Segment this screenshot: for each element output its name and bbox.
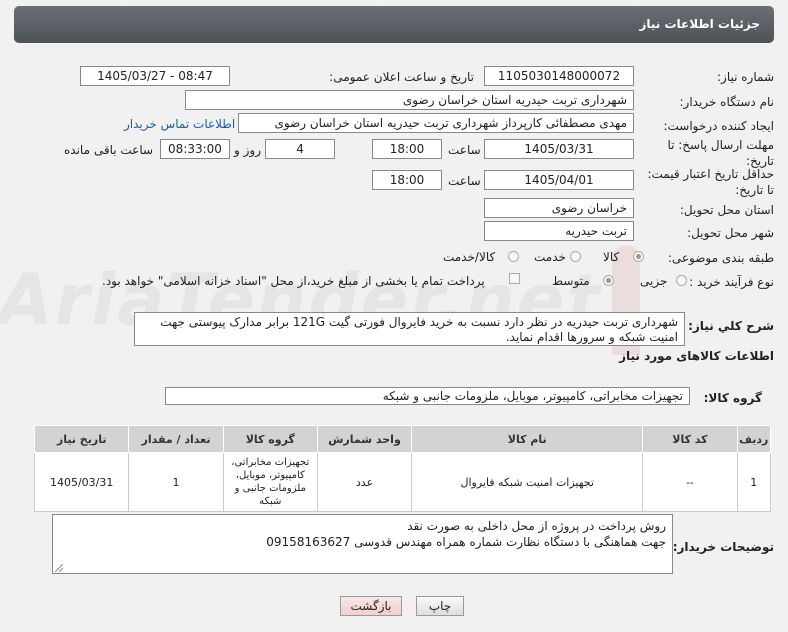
description-label: شرح کلي نياز: [688, 319, 774, 333]
cell-row-number: 1 [736, 452, 772, 512]
category-option-goods: کالا [603, 250, 620, 264]
buyer-notes-field: روش پرداخت در پروژه از محل داخلی به صورت… [52, 514, 673, 574]
goods-info-title: اطلاعات کالاهای مورد نیاز [619, 349, 774, 363]
days-field: 4 [265, 139, 335, 159]
category-radio-goods-service[interactable] [508, 251, 519, 262]
header-qty: تعداد / مقدار [128, 425, 224, 453]
cell-code: -- [642, 452, 738, 512]
header-row-number: ردیف [736, 425, 772, 453]
payment-checkbox[interactable] [509, 273, 520, 284]
cell-name: تجهیزات امنیت شبکه فایروال [411, 452, 644, 512]
delivery-city-field: تربت حیدریه [484, 221, 634, 241]
announce-field: 1405/03/27 - 08:47 [80, 66, 230, 86]
announce-label: تاریخ و ساعت اعلان عمومی: [329, 70, 474, 84]
title-bar: جزئیات اطلاعات نیاز [14, 6, 774, 43]
header-group: گروه کالا [222, 425, 318, 453]
deadline-date-field: 1405/03/31 [484, 139, 634, 159]
process-label: نوع فرآیند خرید : [689, 275, 774, 289]
buyer-org-field: شهرداری تربت حیدریه استان خراسان رضوی [185, 90, 634, 110]
process-radio-medium[interactable] [603, 275, 614, 286]
price-validity-date-field: 1405/04/01 [484, 170, 634, 190]
back-button[interactable]: بازگشت [340, 596, 402, 616]
price-validity-time-field: 18:00 [372, 170, 442, 190]
table-row: 1 -- تجهیزات امنیت شبکه فایروال عدد تجهی… [33, 452, 772, 512]
goods-group-field: تجهیزات مخابراتی، کامپیوتر، موبایل، ملزو… [165, 387, 690, 405]
header-code: کد کالا [642, 425, 738, 453]
page-title: جزئیات اطلاعات نیاز [639, 17, 760, 31]
deadline-label: مهلت ارسال پاسخ: تا تاریخ: [667, 138, 774, 168]
need-number-label: شماره نیاز: [717, 70, 774, 84]
goods-table: ردیف کد کالا نام کالا واحد شمارش گروه کا… [33, 425, 772, 512]
deadline-time-field: 18:00 [372, 139, 442, 159]
delivery-province-field: خراسان رضوی [484, 198, 634, 218]
header-unit: واحد شمارش [316, 425, 413, 453]
print-button[interactable]: چاپ [416, 596, 464, 616]
goods-group-label: گروه کالا: [703, 391, 762, 405]
buyer-org-label: نام دستگاه خریدار: [679, 95, 775, 109]
description-field: شهرداری تربت حیدریه در نظر دارد نسبت به … [134, 312, 685, 346]
process-option-medium: متوسط [552, 274, 590, 288]
price-validity-label: حداقل تاریخ اعتبار قیمت: تا تاریخ: [647, 167, 774, 197]
delivery-city-label: شهر محل تحویل: [687, 226, 774, 240]
category-radio-service[interactable] [570, 251, 581, 262]
cell-group: تجهیزات مخابراتی، کامپیوتر، موبایل، ملزو… [222, 452, 318, 512]
description-text: شهرداری تربت حیدریه در نظر دارد نسبت به … [160, 315, 678, 344]
header-name: نام کالا [411, 425, 644, 453]
delivery-province-label: استان محل تحویل: [679, 203, 774, 217]
buyer-notes-label: توضیحات خریدار: [672, 540, 774, 554]
remaining-time-field: 08:33:00 [160, 139, 230, 159]
payment-note: پرداخت تمام یا بخشی از مبلغ خرید،از محل … [102, 274, 485, 288]
process-radio-minor[interactable] [676, 275, 687, 286]
header-date: تاریخ نیاز [33, 425, 130, 453]
cell-qty: 1 [128, 452, 224, 512]
creator-label: ایجاد کننده درخواست: [663, 119, 774, 133]
buyer-notes-line-1: روش پرداخت در پروژه از محل داخلی به صورت… [407, 519, 666, 533]
price-validity-time-label: ساعت [448, 174, 481, 188]
cell-date: 1405/03/31 [33, 452, 130, 512]
cell-unit: عدد [316, 452, 413, 512]
category-label: طبقه بندی موضوعی: [667, 251, 774, 265]
resize-handle-icon[interactable] [55, 564, 63, 572]
category-radio-goods[interactable] [633, 251, 644, 262]
buyer-notes-line-2: جهت هماهنگی با دستگاه نظارت شماره همراه … [266, 535, 666, 549]
goods-table-header: ردیف کد کالا نام کالا واحد شمارش گروه کا… [33, 425, 772, 453]
category-option-service: خدمت [534, 250, 566, 264]
deadline-time-label: ساعت [448, 143, 481, 157]
contact-info-link[interactable]: اطلاعات تماس خریدار [124, 117, 235, 131]
category-option-goods-service: کالا/خدمت [443, 250, 496, 264]
process-option-minor: جزیی [640, 274, 668, 288]
creator-field: مهدی مصطفائی کارپرداز شهرداری تربت حیدری… [238, 113, 634, 133]
days-label: روز و [234, 143, 261, 157]
remaining-label: ساعت باقی مانده [64, 143, 154, 157]
need-number-field: 1105030148000072 [484, 66, 634, 86]
